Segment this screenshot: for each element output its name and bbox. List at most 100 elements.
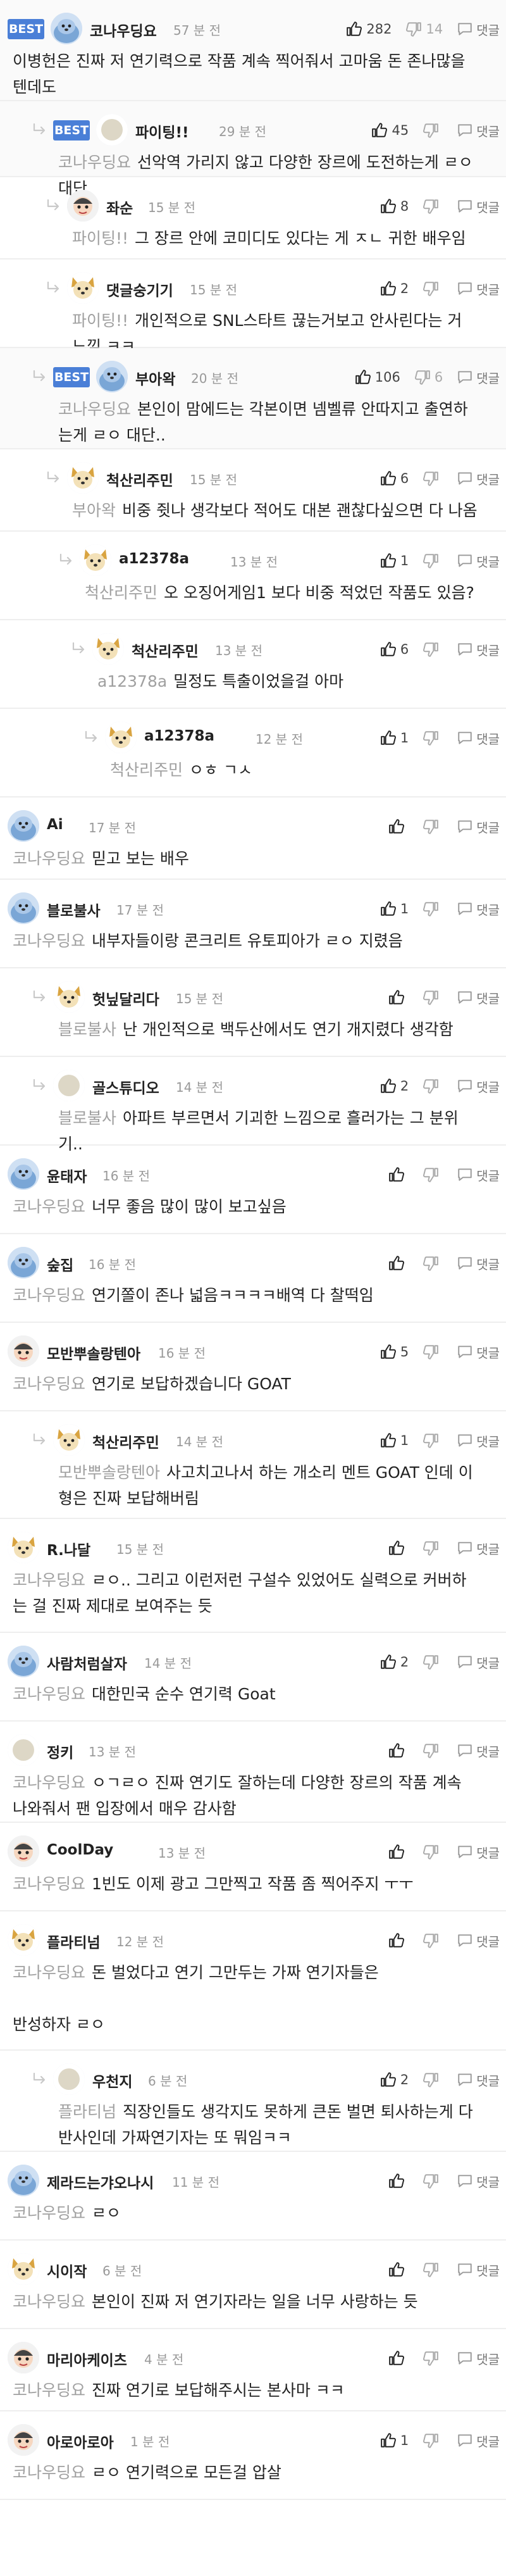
dislike-button[interactable] — [423, 1540, 443, 1556]
like-button[interactable]: 2 — [380, 2072, 409, 2088]
username[interactable]: 윤태자 — [47, 1165, 87, 1186]
seal-avatar[interactable] — [8, 892, 39, 924]
mention-username[interactable]: 블로불사 — [58, 1109, 116, 1127]
dislike-button[interactable]: 6 — [414, 369, 443, 385]
like-button[interactable]: 1 — [380, 730, 409, 746]
dislike-button[interactable] — [423, 1844, 443, 1860]
username[interactable]: 파이팅!! — [135, 120, 188, 142]
seal-avatar[interactable] — [51, 13, 82, 44]
dislike-button[interactable] — [423, 1742, 443, 1759]
dislike-button[interactable] — [423, 1654, 443, 1670]
username[interactable]: 골스튜디오 — [92, 1076, 159, 1097]
reply-button[interactable]: 댓글 — [457, 1843, 500, 1861]
seal-avatar[interactable] — [96, 361, 128, 392]
mention-username[interactable]: 코나우딩요 — [58, 153, 131, 172]
dislike-button[interactable] — [423, 1932, 443, 1949]
mention-username[interactable]: 코나우딩요 — [13, 2292, 85, 2311]
like-button[interactable]: 1 — [380, 901, 409, 917]
username[interactable]: 숲집 — [47, 1253, 73, 1275]
dislike-button[interactable] — [423, 2072, 443, 2088]
username[interactable]: R.나달 — [47, 1538, 90, 1560]
reply-button[interactable]: 댓글 — [457, 197, 500, 216]
dislike-button[interactable] — [423, 818, 443, 835]
dislike-button[interactable] — [423, 122, 443, 139]
like-button[interactable]: 2 — [380, 1078, 409, 1094]
username[interactable]: 시이작 — [47, 2260, 87, 2281]
mention-username[interactable]: 코나우딩요 — [58, 400, 131, 418]
mention-username[interactable]: 코나우딩요 — [13, 2204, 85, 2222]
like-button[interactable] — [388, 1932, 409, 1949]
cartoon-avatar[interactable] — [8, 2424, 39, 2456]
dog-avatar[interactable] — [53, 1424, 85, 1456]
like-button[interactable] — [388, 2261, 409, 2278]
cartoon-avatar[interactable] — [8, 1335, 39, 1367]
like-button[interactable] — [388, 1540, 409, 1556]
reply-button[interactable]: 댓글 — [457, 280, 500, 298]
seal-avatar[interactable] — [8, 2165, 39, 2196]
username[interactable]: 플라티넘 — [47, 1930, 101, 1952]
reply-button[interactable]: 댓글 — [457, 470, 500, 488]
like-button[interactable]: 6 — [380, 470, 409, 487]
like-button[interactable] — [388, 1255, 409, 1272]
dog-avatar[interactable] — [67, 272, 99, 304]
reply-button[interactable]: 댓글 — [457, 989, 500, 1007]
dog-avatar[interactable] — [53, 981, 85, 1013]
mention-username[interactable]: 모반뿌솔랑텐아 — [58, 1463, 160, 1482]
like-button[interactable]: 106 — [355, 369, 400, 385]
username[interactable]: 부아왁 — [135, 367, 175, 389]
username[interactable]: Ai — [47, 816, 63, 833]
like-button[interactable]: 8 — [380, 198, 409, 215]
seal-avatar[interactable] — [8, 810, 39, 842]
blank-avatar[interactable] — [8, 1734, 39, 1766]
like-button[interactable] — [388, 2173, 409, 2189]
username[interactable]: 모반뿌솔랑텐아 — [47, 1342, 140, 1363]
dog-avatar[interactable] — [105, 722, 137, 753]
dislike-button[interactable]: 14 — [405, 21, 443, 37]
reply-button[interactable]: 댓글 — [457, 2261, 500, 2279]
username[interactable]: 척산리주민 — [106, 468, 173, 490]
username[interactable]: a12378a — [144, 728, 214, 744]
reply-button[interactable]: 댓글 — [457, 122, 500, 140]
username[interactable]: 코나우딩요 — [90, 19, 157, 41]
reply-button[interactable]: 댓글 — [457, 1653, 500, 1672]
mention-username[interactable]: 코나우딩요 — [13, 1286, 85, 1304]
like-button[interactable]: 1 — [380, 2432, 409, 2449]
mention-username[interactable]: 파이팅!! — [72, 311, 128, 330]
dog-avatar[interactable] — [80, 544, 111, 576]
reply-button[interactable]: 댓글 — [457, 641, 500, 659]
like-button[interactable] — [388, 989, 409, 1006]
dislike-button[interactable] — [423, 1432, 443, 1449]
dislike-button[interactable] — [423, 2261, 443, 2278]
reply-button[interactable]: 댓글 — [457, 368, 500, 387]
dislike-button[interactable] — [423, 1344, 443, 1360]
reply-button[interactable]: 댓글 — [457, 729, 500, 747]
mention-username[interactable]: 코나우딩요 — [13, 849, 85, 868]
cartoon-avatar[interactable] — [67, 190, 99, 222]
reply-button[interactable]: 댓글 — [457, 2349, 500, 2368]
blank-avatar[interactable] — [96, 114, 128, 146]
mention-username[interactable]: 척산리주민 — [110, 761, 183, 779]
reply-button[interactable]: 댓글 — [457, 818, 500, 836]
like-button[interactable] — [388, 1166, 409, 1183]
dislike-button[interactable] — [423, 280, 443, 297]
dislike-button[interactable] — [423, 553, 443, 569]
dislike-button[interactable] — [423, 989, 443, 1006]
reply-button[interactable]: 댓글 — [457, 1742, 500, 1760]
mention-username[interactable]: 파이팅!! — [72, 229, 128, 247]
reply-button[interactable]: 댓글 — [457, 20, 500, 39]
mention-username[interactable]: 플라티넘 — [58, 2103, 116, 2121]
dislike-button[interactable] — [423, 1078, 443, 1094]
reply-button[interactable]: 댓글 — [457, 2172, 500, 2191]
mention-username[interactable]: a12378a — [97, 672, 167, 691]
reply-button[interactable]: 댓글 — [457, 1343, 500, 1361]
like-button[interactable] — [388, 1742, 409, 1759]
blank-avatar[interactable] — [53, 2063, 85, 2095]
reply-button[interactable]: 댓글 — [457, 2432, 500, 2450]
username[interactable]: 댓글숭기기 — [106, 278, 173, 300]
username[interactable]: 마리아케이츠 — [47, 2348, 127, 2370]
blank-avatar[interactable] — [53, 1070, 85, 1101]
mention-username[interactable]: 척산리주민 — [85, 584, 157, 602]
seal-avatar[interactable] — [8, 1247, 39, 1279]
mention-username[interactable]: 코나우딩요 — [13, 2381, 85, 2399]
reply-button[interactable]: 댓글 — [457, 1432, 500, 1450]
